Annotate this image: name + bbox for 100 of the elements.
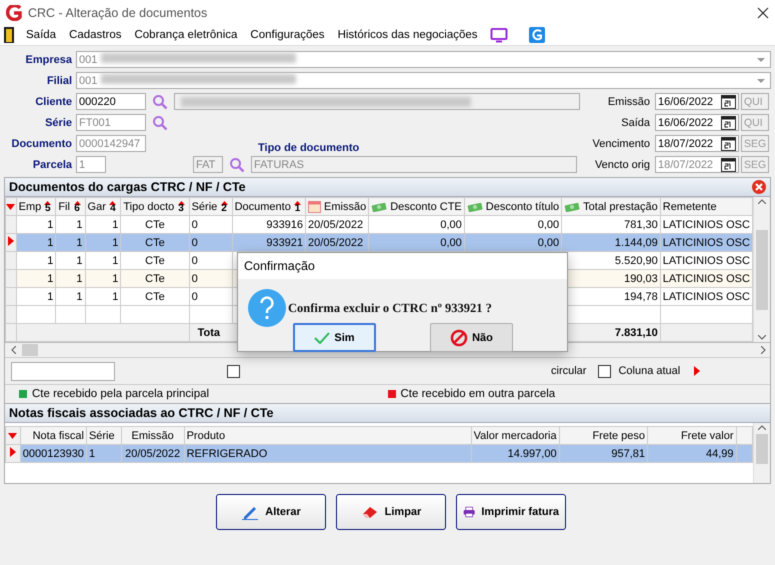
table-cell: 1 xyxy=(86,444,122,462)
money-icon xyxy=(564,201,580,212)
checkbox[interactable] xyxy=(227,364,240,378)
company-dropdown[interactable]: 001 xyxy=(76,51,771,68)
scroll-up-icon[interactable] xyxy=(758,425,766,430)
search-icon[interactable] xyxy=(152,114,168,130)
table-cell: 1 xyxy=(56,288,86,306)
table-cell: LATICINIOS OSC xyxy=(660,288,752,306)
sort-menu-icon[interactable] xyxy=(8,432,18,438)
app-logo-icon[interactable] xyxy=(528,27,545,43)
table-cell: 1 xyxy=(56,234,86,252)
table-cell: 14.997,00 xyxy=(471,444,560,462)
column-header[interactable]: Gar 4 xyxy=(85,198,121,216)
calendar-icon xyxy=(308,200,322,212)
field-label: Emissão xyxy=(606,96,651,108)
column-header[interactable]: Série 2 xyxy=(189,198,232,216)
table-cell: 1 xyxy=(85,270,121,288)
weekday-field: SEG xyxy=(741,156,769,173)
column-header[interactable]: Valor mercadoria xyxy=(471,426,560,444)
column-header[interactable]: Emissão xyxy=(121,426,184,444)
field-label: Série xyxy=(44,116,73,128)
table-cell: 20/05/2022 xyxy=(306,234,369,252)
eraser-icon xyxy=(360,505,379,519)
search-field[interactable] xyxy=(11,362,115,380)
table-cell: 0 xyxy=(189,288,232,306)
table-cell: 1 xyxy=(56,270,86,288)
branch-dropdown[interactable]: 001 xyxy=(76,72,771,89)
calendar-icon[interactable] xyxy=(721,116,736,130)
dialog-button[interactable]: Sim xyxy=(293,323,376,352)
next-arrow-icon[interactable] xyxy=(694,366,700,376)
scroll-right-icon[interactable] xyxy=(761,346,766,354)
vertical-scrollbar[interactable] xyxy=(753,197,770,342)
input-field[interactable]: FT001 xyxy=(76,114,146,131)
scroll-up-icon[interactable] xyxy=(758,199,766,204)
column-header[interactable]: Produto xyxy=(184,426,472,444)
table-cell: LATICINIOS OSC xyxy=(660,270,752,288)
weekday-field: QUI xyxy=(741,114,769,131)
column-header[interactable]: Frete peso xyxy=(559,426,648,444)
column-header[interactable]: Nota fiscal xyxy=(20,426,86,444)
monitor-icon[interactable] xyxy=(490,27,508,43)
weekday-field: SEG xyxy=(741,135,769,152)
menu-item[interactable]: Saída xyxy=(25,29,58,41)
column-header[interactable]: Frete valor xyxy=(648,426,736,444)
vertical-scrollbar[interactable] xyxy=(753,423,770,483)
field-label: Empresa xyxy=(24,54,73,66)
scroll-thumb[interactable] xyxy=(22,344,38,356)
table-cell: LATICINIOS OSC xyxy=(660,234,752,252)
date-field[interactable]: 16/06/2022 xyxy=(655,93,739,110)
dialog-button[interactable]: Não xyxy=(430,323,513,352)
column-header[interactable]: Desconto título xyxy=(464,198,562,216)
column-header[interactable]: Série xyxy=(86,426,122,444)
calendar-icon[interactable] xyxy=(721,136,736,150)
search-icon[interactable] xyxy=(229,156,245,172)
input-field[interactable]: 000220 xyxy=(76,93,146,110)
table-row[interactable]: 1 1 1 CTe 0 933921 20/05/2022 0,00 0,00 1.144,09 LATICINIOS OSC xyxy=(6,234,752,252)
sort-order: 5 xyxy=(45,204,51,212)
menu-item[interactable]: Cadastros xyxy=(68,29,122,41)
column-header[interactable]: Total prestação xyxy=(562,198,660,216)
table-row[interactable]: 0000123930 1 20/05/2022 REFRIGERADO 14.997,00 957,81 44,99 xyxy=(6,444,752,462)
field-label: Vencimento xyxy=(592,138,651,150)
date-field[interactable]: 18/07/2022 xyxy=(655,135,739,152)
prohibited-icon xyxy=(450,328,468,346)
sort-menu-icon[interactable] xyxy=(6,204,16,210)
action-button[interactable]: Limpar xyxy=(336,494,446,530)
menu-item[interactable]: Configurações xyxy=(249,29,326,41)
input-field[interactable]: 1 xyxy=(76,156,106,173)
exit-door-icon[interactable] xyxy=(4,27,14,43)
input-field[interactable]: 0000142947 xyxy=(76,135,146,152)
search-icon[interactable] xyxy=(152,94,168,110)
menu-item[interactable]: Históricos das negociações xyxy=(336,29,479,41)
calendar-icon[interactable] xyxy=(721,94,736,108)
legend-label: Cte recebido pela parcela principal xyxy=(32,388,210,400)
close-icon[interactable] xyxy=(757,6,769,18)
app-logo-icon xyxy=(6,4,22,20)
column-header[interactable]: Emissão xyxy=(306,198,369,216)
table-cell: 20/05/2022 xyxy=(121,444,184,462)
action-button[interactable]: Alterar xyxy=(216,494,326,530)
question-icon xyxy=(248,289,286,327)
pencil-icon xyxy=(241,504,260,520)
table-cell: 1 xyxy=(16,270,56,288)
action-button[interactable]: Imprimir fatura xyxy=(456,494,566,530)
column-header[interactable]: Desconto CTE xyxy=(368,198,464,216)
column-header[interactable]: Remetente xyxy=(660,198,752,216)
sort-order: 2 xyxy=(221,204,227,212)
table-cell: 0000123930 xyxy=(20,444,86,462)
checkbox[interactable] xyxy=(598,364,612,378)
scroll-down-icon[interactable] xyxy=(758,335,766,340)
column-header[interactable]: Fil 6 xyxy=(56,198,86,216)
menu-item[interactable]: Cobrança eletrônica xyxy=(133,29,238,41)
column-header[interactable]: Emp 5 xyxy=(16,198,56,216)
column-header[interactable]: Tipo docto 3 xyxy=(120,198,190,216)
money-icon xyxy=(371,201,388,212)
sort-arrow-icon xyxy=(74,200,81,204)
table-cell: 933921 xyxy=(232,234,306,252)
column-header[interactable]: Documento 1 xyxy=(232,198,306,216)
scroll-left-icon[interactable] xyxy=(11,346,16,354)
row-pointer-icon xyxy=(10,447,16,457)
field-label: Saída xyxy=(620,116,651,128)
date-field[interactable]: 16/06/2022 xyxy=(655,114,739,131)
sort-arrow-icon xyxy=(109,200,116,204)
